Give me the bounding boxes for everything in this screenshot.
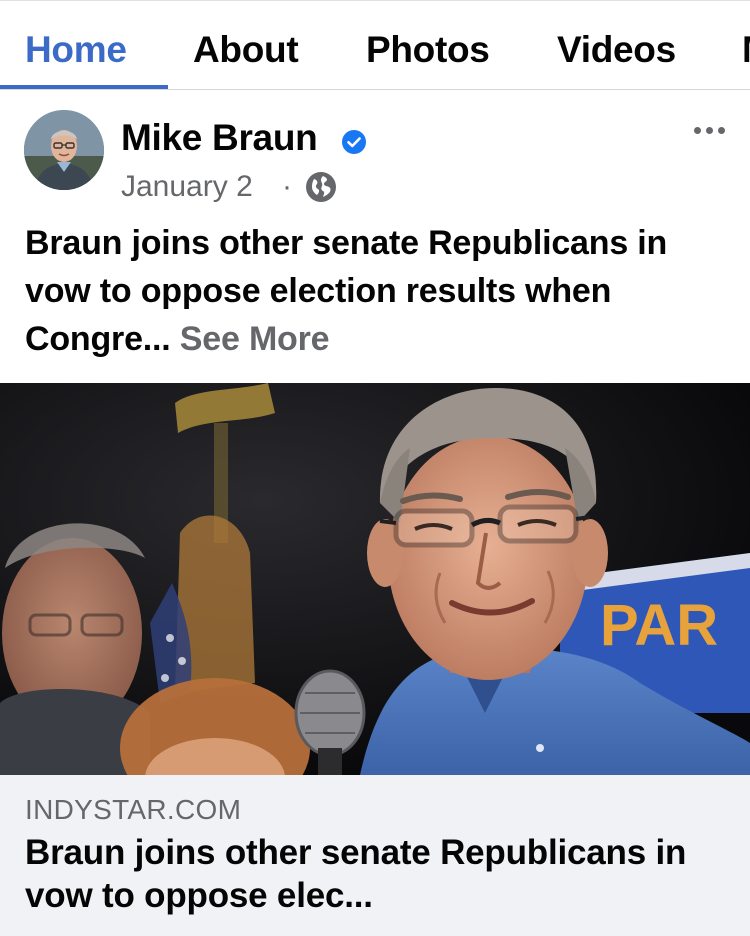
tab-home[interactable]: Home xyxy=(25,28,127,72)
post-timestamp[interactable]: January 2 xyxy=(121,168,253,206)
link-title[interactable]: Braun joins other senate Republicans in … xyxy=(25,831,730,917)
news-photo: PAR xyxy=(0,383,750,775)
author-avatar[interactable] xyxy=(24,110,104,190)
tab-photos[interactable]: Photos xyxy=(366,28,490,72)
page-tab-bar: Home About Photos Videos M xyxy=(0,0,750,90)
tab-overflow-partial[interactable]: M xyxy=(742,28,750,72)
banner-text: PAR xyxy=(600,593,718,658)
tab-about[interactable]: About xyxy=(193,28,299,72)
link-preview-card[interactable]: INDYSTAR.COM Braun joins other senate Re… xyxy=(0,775,750,936)
post-message-text: Braun joins other senate Republicans in … xyxy=(25,224,668,358)
post-message: Braun joins other senate Republicans in … xyxy=(25,219,730,363)
tab-videos[interactable]: Videos xyxy=(557,28,676,72)
facebook-page-screen: Home About Photos Videos M Mike Braun Ja… xyxy=(0,0,750,936)
link-preview-image[interactable]: PAR xyxy=(0,383,750,775)
post-options-button[interactable] xyxy=(688,114,732,146)
meta-separator: · xyxy=(282,170,292,203)
globe-icon xyxy=(306,172,336,202)
active-tab-indicator xyxy=(0,85,168,89)
see-more-link[interactable]: See More xyxy=(180,320,330,358)
author-name[interactable]: Mike Braun xyxy=(121,116,318,160)
avatar-portrait xyxy=(24,110,104,190)
link-domain: INDYSTAR.COM xyxy=(25,794,242,825)
verified-badge-icon xyxy=(342,130,366,154)
